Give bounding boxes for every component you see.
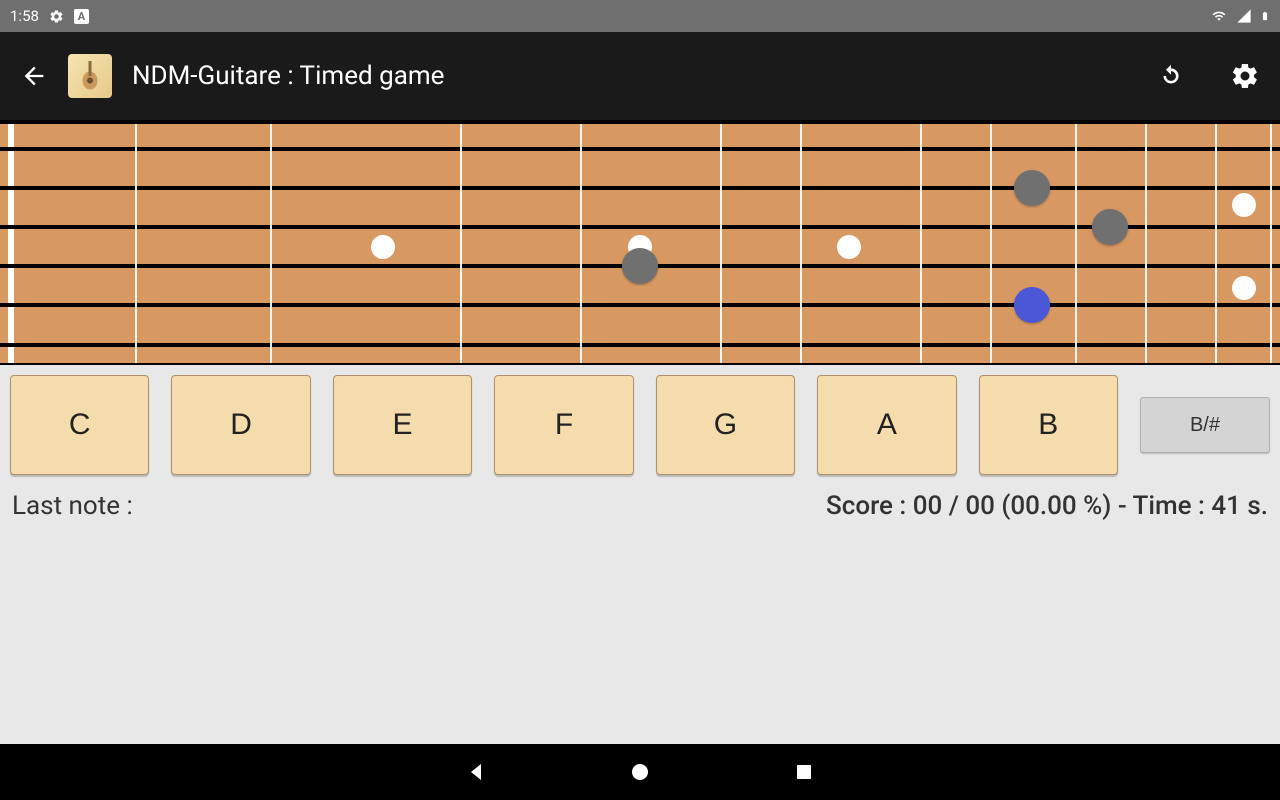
note-b-button[interactable]: B [979,375,1118,475]
note-marker-active [1014,287,1050,323]
app-icon [68,54,112,98]
fret-line [990,124,992,363]
back-button[interactable] [20,62,48,90]
note-marker-grey [622,248,658,284]
string [0,225,1280,229]
last-note-label: Last note : [12,491,133,521]
nav-recent-icon[interactable] [792,760,816,784]
refresh-icon[interactable] [1156,61,1186,91]
note-c-button[interactable]: C [10,375,149,475]
note-e-button[interactable]: E [333,375,472,475]
wifi-icon [1210,9,1228,23]
fret-line [720,124,722,363]
fret-line [800,124,802,363]
android-status-bar: 1:58 A [0,0,1280,32]
fret-line [1145,124,1147,363]
note-d-button[interactable]: D [171,375,310,475]
fret-inlay [1232,276,1256,300]
fret-line [580,124,582,363]
gear-icon [49,9,64,24]
nav-home-icon[interactable] [628,760,652,784]
badge-icon: A [74,9,89,24]
android-nav-bar [0,744,1280,800]
string [0,343,1280,347]
string [0,186,1280,190]
signal-icon [1236,8,1252,24]
fret-inlay [371,235,395,259]
fret-line [135,124,137,363]
note-g-button[interactable]: G [656,375,795,475]
fret-inlay [1232,193,1256,217]
status-time: 1:58 [10,7,39,25]
note-marker-grey [1014,170,1050,206]
fret-line [460,124,462,363]
fretboard[interactable] [0,120,1280,365]
fret-line [920,124,922,363]
note-f-button[interactable]: F [494,375,633,475]
status-line: Last note : Score : 00 / 00 (00.00 %) - … [0,475,1280,537]
note-buttons-row: C D E F G A B B/# [0,365,1280,475]
gear-icon[interactable] [1230,61,1260,91]
page-title: NDM-Guitare : Timed game [132,61,1112,91]
fret-line [270,124,272,363]
fret-line [1215,124,1217,363]
note-a-button[interactable]: A [817,375,956,475]
battery-icon [1260,8,1270,24]
fret-inlay [837,235,861,259]
nav-back-icon[interactable] [464,760,488,784]
string [0,303,1280,307]
note-marker-grey [1092,209,1128,245]
fret-line [1270,124,1272,363]
flat-sharp-toggle[interactable]: B/# [1140,397,1270,453]
app-bar: NDM-Guitare : Timed game [0,32,1280,120]
string [0,147,1280,151]
fret-line [1075,124,1077,363]
score-time-text: Score : 00 / 00 (00.00 %) - Time : 41 s. [826,491,1268,521]
nut [8,124,14,363]
